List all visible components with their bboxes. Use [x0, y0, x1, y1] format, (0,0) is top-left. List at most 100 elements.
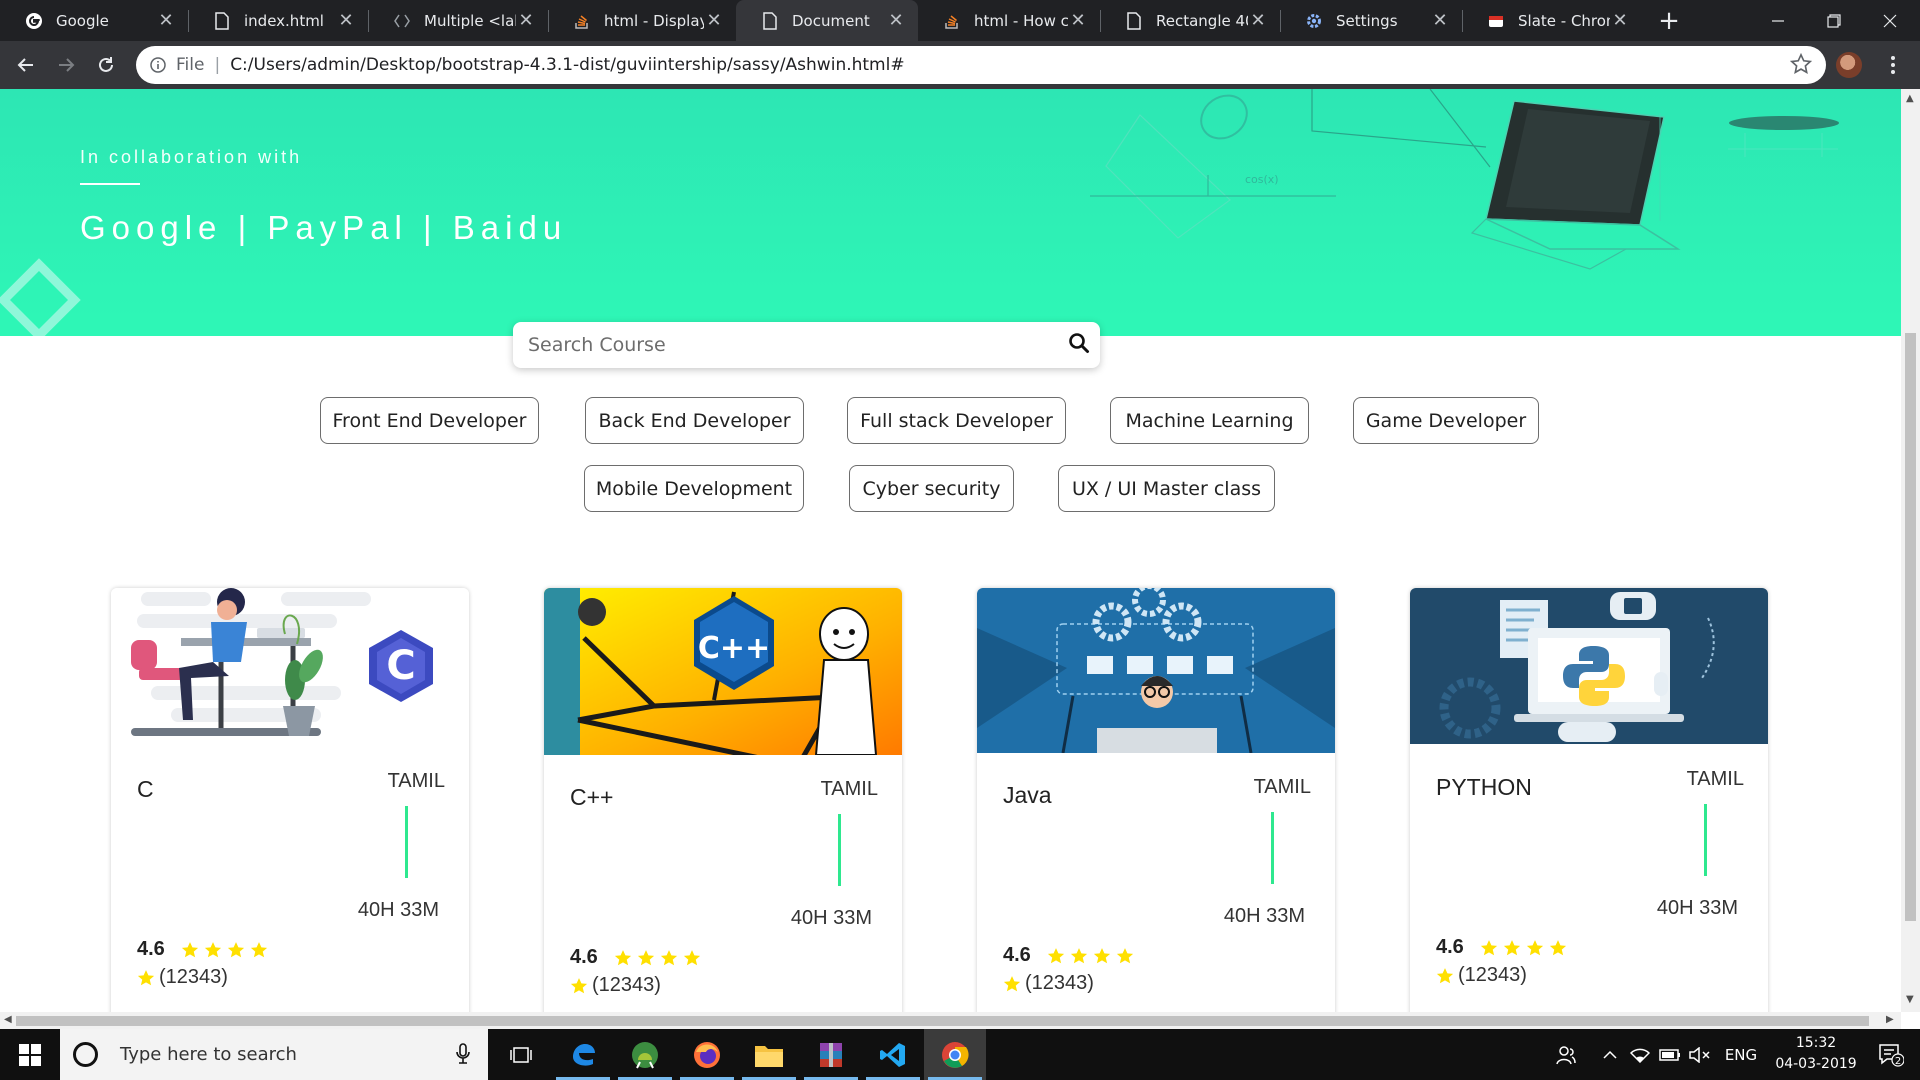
tab-html-how-can[interactable]: html - How can ✕: [918, 0, 1100, 41]
bookmark-star-icon[interactable]: [1790, 53, 1812, 75]
close-icon[interactable]: ✕: [516, 10, 536, 31]
close-icon[interactable]: ✕: [1068, 10, 1088, 31]
restore-button[interactable]: [1806, 0, 1862, 41]
tab-multiple-label[interactable]: Multiple <label ✕: [368, 0, 548, 41]
notification-icon: 2: [1879, 1043, 1904, 1067]
category-machine-learning[interactable]: Machine Learning: [1110, 397, 1309, 444]
course-card-cpp[interactable]: C++ C++ TAMIL 40H 33M 4.6 (12343): [544, 588, 902, 1012]
tab-label: Multiple <label: [424, 11, 516, 30]
category-full-stack-developer[interactable]: Full stack Developer: [847, 397, 1066, 444]
tray-volume[interactable]: [1686, 1029, 1714, 1080]
tab-slate[interactable]: Slate - Chrome ✕: [1462, 0, 1642, 41]
course-language: TAMIL: [1253, 776, 1311, 798]
star-icon: [1549, 939, 1566, 955]
rating-value: 4.6: [1436, 936, 1464, 958]
scroll-up-arrow-icon[interactable]: ▲: [1906, 93, 1914, 104]
close-icon[interactable]: ✕: [336, 10, 356, 31]
course-card-python[interactable]: PYTHON TAMIL 40H 33M 4.6 (12343): [1410, 588, 1768, 1012]
tab-index-html[interactable]: index.html ✕: [188, 0, 368, 41]
address-bar[interactable]: File | C:/Users/admin/Desktop/bootstrap-…: [136, 46, 1826, 84]
minimize-button[interactable]: [1750, 0, 1806, 41]
star-icon: [1047, 947, 1064, 963]
forward-button[interactable]: [48, 47, 84, 83]
battery-icon: [1659, 1048, 1680, 1061]
rating-value: 4.6: [1003, 944, 1031, 966]
task-view-button[interactable]: [490, 1029, 552, 1080]
horizontal-scroll-thumb[interactable]: [16, 1016, 1869, 1026]
profile-avatar[interactable]: [1836, 52, 1862, 78]
vertical-scrollbar[interactable]: ▲ ▼: [1901, 89, 1920, 1012]
taskbar-clock[interactable]: 15:32 04-03-2019: [1768, 1033, 1864, 1075]
category-front-end-developer[interactable]: Front End Developer: [320, 397, 539, 444]
windows-taskbar: Type here to search ENG 15:32 04-03-2019…: [0, 1029, 1920, 1080]
close-icon[interactable]: ✕: [1430, 10, 1450, 31]
file-icon: [1124, 11, 1144, 31]
star-rating: [1047, 947, 1134, 965]
tray-language[interactable]: ENG: [1718, 1029, 1764, 1080]
people-icon: [1556, 1045, 1576, 1064]
tab-settings[interactable]: Settings ✕: [1280, 0, 1462, 41]
scroll-down-arrow-icon[interactable]: ▼: [1906, 994, 1914, 1005]
category-game-developer[interactable]: Game Developer: [1353, 397, 1539, 444]
browser-menu-icon[interactable]: [1880, 52, 1906, 78]
course-divider-bar: [1271, 812, 1274, 884]
slate-icon: [1486, 11, 1506, 31]
star-icon: [1480, 939, 1497, 955]
star-icon: [204, 941, 221, 957]
review-count: (12343): [159, 966, 228, 988]
course-language: TAMIL: [1686, 768, 1744, 790]
vertical-scroll-thumb[interactable]: [1905, 333, 1916, 921]
course-card-java[interactable]: Java TAMIL 40H 33M 4.6 (12343): [977, 588, 1335, 1012]
category-back-end-developer[interactable]: Back End Developer: [585, 397, 804, 444]
taskbar-vscode[interactable]: [862, 1029, 924, 1080]
course-title: PYTHON: [1436, 774, 1532, 800]
horizontal-scrollbar[interactable]: ◀ ▶: [0, 1012, 1901, 1029]
tray-wifi[interactable]: [1626, 1029, 1654, 1080]
star-icon: [683, 949, 700, 965]
taskbar-edge[interactable]: [552, 1029, 614, 1080]
microphone-icon[interactable]: [456, 1043, 470, 1065]
course-divider-bar: [405, 806, 408, 878]
search-input[interactable]: [528, 334, 1048, 356]
scroll-left-arrow-icon[interactable]: ◀: [4, 1014, 12, 1025]
tray-battery[interactable]: [1656, 1029, 1684, 1080]
close-icon[interactable]: ✕: [156, 10, 176, 31]
new-tab-button[interactable]: +: [1654, 6, 1684, 36]
back-button[interactable]: [8, 47, 44, 83]
info-icon[interactable]: [150, 57, 166, 73]
start-button[interactable]: [0, 1029, 60, 1080]
vscode-icon: [880, 1042, 905, 1067]
category-ux-ui-master-class[interactable]: UX / UI Master class: [1058, 465, 1275, 512]
search-icon[interactable]: [1068, 332, 1090, 354]
taskbar-winrar[interactable]: [800, 1029, 862, 1080]
restore-icon: [1827, 13, 1841, 28]
course-card-c[interactable]: C C TAMIL 40H 33M 4.6 (12343): [111, 588, 469, 1012]
url-text[interactable]: C:/Users/admin/Desktop/bootstrap-4.3.1-d…: [230, 55, 904, 75]
category-cyber-security[interactable]: Cyber security: [849, 465, 1014, 512]
star-icon: [570, 977, 588, 993]
android-studio-icon: [632, 1041, 658, 1068]
category-mobile-development[interactable]: Mobile Development: [584, 465, 804, 512]
action-center-button[interactable]: 2: [1868, 1029, 1914, 1080]
scroll-right-arrow-icon[interactable]: ▶: [1886, 1014, 1894, 1025]
taskbar-android-studio[interactable]: [614, 1029, 676, 1080]
close-icon[interactable]: ✕: [1248, 10, 1268, 31]
tab-label: Slate - Chrome: [1518, 11, 1610, 30]
close-window-button[interactable]: [1862, 0, 1918, 41]
tab-document-active[interactable]: Document ✕: [736, 0, 918, 41]
reload-button[interactable]: [88, 47, 124, 83]
course-rating: 4.6: [570, 946, 701, 969]
tab-rectangle[interactable]: Rectangle 402.s ✕: [1100, 0, 1280, 41]
tray-people[interactable]: [1548, 1029, 1584, 1080]
close-icon[interactable]: ✕: [1610, 10, 1630, 31]
taskbar-file-explorer[interactable]: [738, 1029, 800, 1080]
close-icon[interactable]: ✕: [704, 10, 724, 31]
taskbar-chrome[interactable]: [924, 1029, 986, 1080]
taskbar-firefox[interactable]: [676, 1029, 738, 1080]
close-icon[interactable]: ✕: [886, 10, 906, 31]
tab-html-display[interactable]: html - Display a ✕: [548, 0, 736, 41]
tab-google[interactable]: Google ✕: [0, 0, 188, 41]
tray-show-hidden[interactable]: [1596, 1029, 1624, 1080]
course-thumbnail-python: [1410, 588, 1768, 744]
taskbar-search-box[interactable]: Type here to search: [60, 1029, 488, 1080]
